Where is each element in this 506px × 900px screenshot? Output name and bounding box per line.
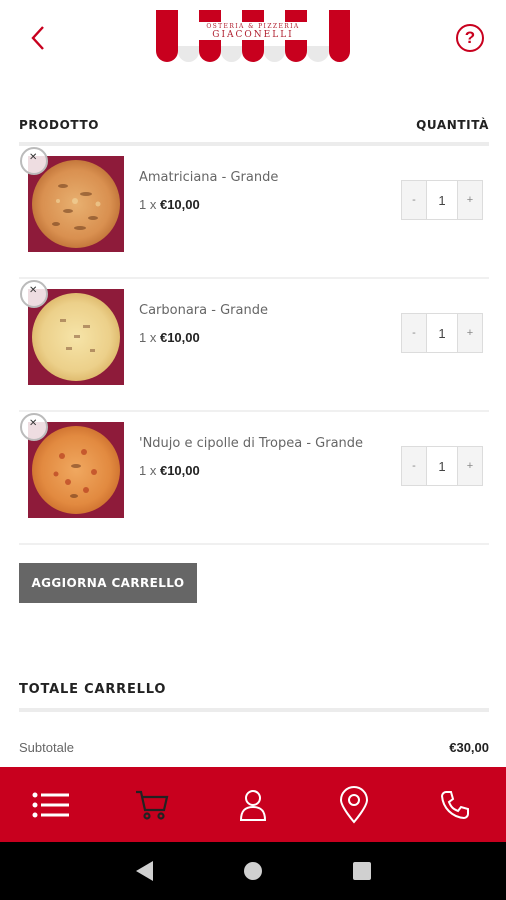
decrease-quantity-button[interactable]: - — [402, 181, 426, 219]
decrease-quantity-button[interactable]: - — [402, 447, 426, 485]
bottom-navigation — [0, 767, 506, 842]
product-name[interactable]: Carbonara - Grande — [139, 303, 268, 318]
product-price: €10,00 — [159, 463, 200, 478]
app-header: OSTERIA & PIZZERIA GIACONELLI ? — [0, 0, 506, 80]
quantity-prefix: 1 x — [139, 463, 157, 478]
nav-location[interactable] — [304, 767, 405, 842]
quantity-input[interactable]: 1 — [426, 447, 458, 485]
system-recents-icon[interactable] — [352, 862, 371, 880]
product-price-row: 1 x €10,00 — [139, 197, 200, 212]
increase-quantity-button[interactable]: + — [458, 181, 482, 219]
decrease-quantity-button[interactable]: - — [402, 314, 426, 352]
increase-quantity-button[interactable]: + — [458, 447, 482, 485]
logo-line2: GIACONELLI — [212, 30, 294, 40]
restaurant-logo: OSTERIA & PIZZERIA GIACONELLI — [156, 10, 351, 62]
subtotal-label: Subtotale — [19, 740, 74, 755]
nav-menu[interactable] — [0, 767, 101, 842]
quantity-column-header: QUANTITÀ — [416, 118, 489, 132]
quantity-input[interactable]: 1 — [426, 181, 458, 219]
user-icon — [239, 789, 267, 821]
cart-totals-title: TOTALE CARRELLO — [19, 682, 167, 697]
quantity-stepper: - 1 + — [401, 446, 483, 486]
update-cart-button[interactable]: AGGIORNA CARRELLO — [19, 563, 197, 603]
chevron-left-icon — [31, 26, 44, 50]
quantity-stepper: - 1 + — [401, 180, 483, 220]
product-column-header: PRODOTTO — [19, 118, 100, 132]
remove-item-button[interactable] — [20, 147, 48, 175]
cart-item: Amatriciana - Grande 1 x €10,00 - 1 + — [19, 146, 489, 279]
product-price-row: 1 x €10,00 — [139, 463, 200, 478]
quantity-prefix: 1 x — [139, 197, 157, 212]
product-name[interactable]: Amatriciana - Grande — [139, 170, 278, 185]
product-price-row: 1 x €10,00 — [139, 330, 200, 345]
divider — [19, 708, 489, 712]
menu-list-icon — [32, 792, 69, 817]
help-button[interactable]: ? — [456, 24, 484, 52]
nav-account[interactable] — [202, 767, 303, 842]
remove-item-button[interactable] — [20, 413, 48, 441]
product-price: €10,00 — [159, 330, 200, 345]
quantity-prefix: 1 x — [139, 330, 157, 345]
nav-call[interactable] — [405, 767, 506, 842]
cart-item: Carbonara - Grande 1 x €10,00 - 1 + — [19, 279, 489, 412]
quantity-stepper: - 1 + — [401, 313, 483, 353]
cart-item: 'Ndujo e cipolle di Tropea - Grande 1 x … — [19, 412, 489, 545]
product-name[interactable]: 'Ndujo e cipolle di Tropea - Grande — [139, 436, 363, 451]
system-navigation-bar — [0, 842, 506, 900]
cart-icon — [135, 790, 169, 820]
cart-table-header: PRODOTTO QUANTITÀ — [19, 118, 489, 132]
product-price: €10,00 — [159, 197, 200, 212]
system-home-icon[interactable] — [243, 862, 262, 880]
increase-quantity-button[interactable]: + — [458, 314, 482, 352]
location-pin-icon — [340, 785, 369, 824]
back-button[interactable] — [22, 22, 54, 54]
help-icon: ? — [464, 28, 476, 47]
quantity-input[interactable]: 1 — [426, 314, 458, 352]
remove-item-button[interactable] — [20, 280, 48, 308]
phone-icon — [441, 790, 470, 819]
subtotal-value: €30,00 — [449, 740, 489, 755]
nav-cart[interactable] — [101, 767, 202, 842]
system-back-icon[interactable] — [135, 861, 153, 881]
